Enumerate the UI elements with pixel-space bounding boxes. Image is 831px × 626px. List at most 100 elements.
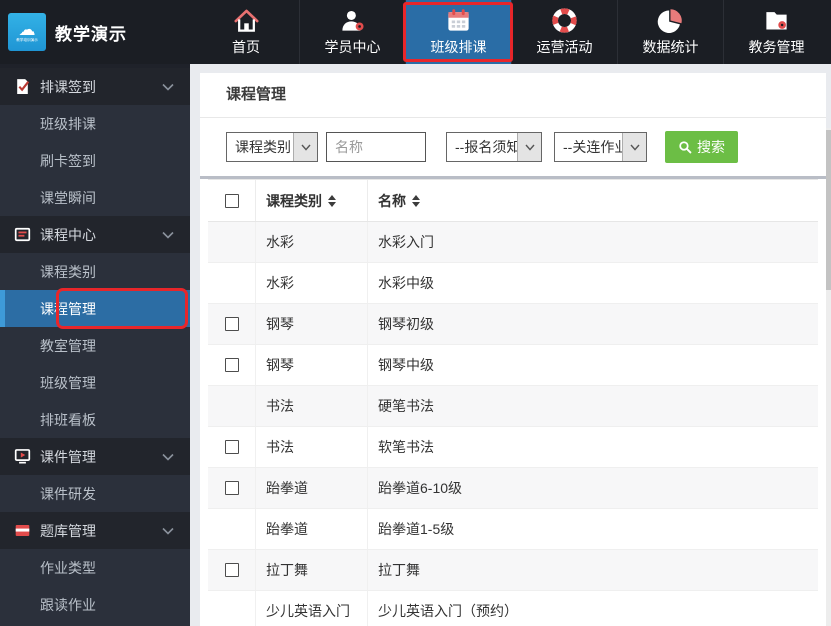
sort-icon[interactable] [412, 194, 420, 207]
app-logo: ☁ 教学培训演示 [8, 13, 46, 51]
sidebar-item-课程类别[interactable]: 课程类别 [0, 253, 190, 290]
cell-category: 少儿英语入门 [256, 591, 368, 626]
sidebar-group-question-bank[interactable]: 题库管理 [0, 512, 190, 549]
cell-category: 水彩 [256, 263, 368, 303]
scrollbar-thumb[interactable] [826, 130, 831, 290]
homework-select[interactable]: --关连作业类 [554, 132, 647, 162]
sidebar-item-作业类型[interactable]: 作业类型 [0, 549, 190, 586]
search-icon [678, 140, 692, 154]
topnav-item-label: 运营活动 [536, 39, 593, 55]
sidebar-item-label: 班级管理 [40, 374, 96, 391]
notice-select-value: --报名须知-- [455, 139, 517, 155]
row-checkbox[interactable] [224, 481, 239, 495]
notice-select[interactable]: --报名须知-- [446, 132, 542, 162]
row-checkbox[interactable] [224, 563, 239, 577]
topnav-item-statistics[interactable]: 数据统计 [617, 0, 723, 64]
column-header-label: 名称 [378, 192, 406, 209]
column-header-label: 课程类别 [266, 192, 322, 209]
cell-name: 拉丁舞 [378, 562, 420, 578]
table-row[interactable]: 少儿英语入门 少儿英语入门（预约） [208, 591, 818, 626]
chevron-down-icon [517, 133, 541, 161]
cell-name: 跆拳道6-10级 [378, 480, 463, 496]
search-button[interactable]: 搜索 [665, 131, 738, 163]
topnav-item-label: 数据统计 [642, 39, 699, 55]
topnav-item-academic[interactable]: 教务管理 [723, 0, 829, 64]
sidebar-group-label: 课件管理 [40, 448, 96, 465]
archive-icon [14, 522, 31, 539]
sidebar: 排课签到 班级排课刷卡签到课堂瞬间 课程中心 课程类别课程管理教室管理班级管理排… [0, 64, 190, 626]
sidebar-item-班级排课[interactable]: 班级排课 [0, 105, 190, 142]
sidebar-item-课程管理[interactable]: 课程管理 [0, 290, 190, 327]
content-area: 课程管理 课程类别 --报名须知-- --关连作业类 搜索 [190, 64, 831, 626]
sidebar-group-schedule-checkin[interactable]: 排课签到 [0, 68, 190, 105]
table-row[interactable]: 钢琴 钢琴初级 [208, 304, 818, 345]
sidebar-group-label: 课程中心 [40, 226, 96, 243]
row-checkbox[interactable] [224, 440, 239, 454]
row-checkbox[interactable] [224, 358, 239, 372]
table-row[interactable]: 水彩 水彩入门 [208, 222, 818, 263]
table-row[interactable]: 书法 软笔书法 [208, 427, 818, 468]
sidebar-item-刷卡签到[interactable]: 刷卡签到 [0, 142, 190, 179]
chevron-down-icon [162, 453, 174, 461]
doc-check-icon [14, 78, 31, 95]
sidebar-item-label: 跟读作业 [40, 596, 96, 613]
topnav-item-operations[interactable]: 运营活动 [511, 0, 617, 64]
cloud-logo-icon: ☁ [18, 19, 36, 39]
user-gear-icon [339, 7, 366, 34]
topnav-item-label: 首页 [232, 39, 260, 55]
column-header-name[interactable]: 名称 [368, 180, 818, 221]
table-row[interactable]: 书法 硬笔书法 [208, 386, 818, 427]
sidebar-item-label: 教室管理 [40, 337, 96, 354]
sidebar-item-label: 课件研发 [40, 485, 96, 502]
select-all-checkbox[interactable] [224, 193, 239, 208]
sidebar-item-班级管理[interactable]: 班级管理 [0, 364, 190, 401]
topnav-item-home[interactable]: 首页 [193, 0, 299, 64]
sidebar-item-排班看板[interactable]: 排班看板 [0, 401, 190, 438]
sidebar-item-label: 作业类型 [40, 559, 96, 576]
table-row[interactable]: 拉丁舞 拉丁舞 [208, 550, 818, 591]
sidebar-group-label: 题库管理 [40, 522, 96, 539]
chevron-down-icon [293, 133, 317, 161]
name-input[interactable] [326, 132, 426, 162]
topnav-item-scheduling[interactable]: 班级排课 [405, 0, 511, 64]
chevron-down-icon [162, 527, 174, 535]
course-table: 课程类别 名称 水彩 水彩入门 水彩 水彩中级 钢琴 钢琴初级 钢琴 钢琴中级 [208, 179, 818, 626]
cell-category: 拉丁舞 [256, 550, 368, 590]
table-row[interactable]: 水彩 水彩中级 [208, 263, 818, 304]
cell-name: 跆拳道1-5级 [378, 521, 455, 537]
sidebar-item-label: 班级排课 [40, 115, 96, 132]
cell-name: 水彩中级 [378, 275, 434, 291]
sidebar-item-教室管理[interactable]: 教室管理 [0, 327, 190, 364]
sidebar-item-课件研发[interactable]: 课件研发 [0, 475, 190, 512]
cell-name: 水彩入门 [378, 234, 434, 250]
column-header-category[interactable]: 课程类别 [256, 180, 368, 221]
sidebar-group-course-center[interactable]: 课程中心 [0, 216, 190, 253]
sidebar-item-跟读作业[interactable]: 跟读作业 [0, 586, 190, 623]
cell-category: 水彩 [256, 222, 368, 262]
row-checkbox[interactable] [224, 317, 239, 331]
table-row[interactable]: 跆拳道 跆拳道1-5级 [208, 509, 818, 550]
table-row[interactable]: 钢琴 钢琴中级 [208, 345, 818, 386]
sidebar-group-courseware[interactable]: 课件管理 [0, 438, 190, 475]
lifebuoy-icon [551, 7, 578, 34]
topnav-item-students[interactable]: 学员中心 [299, 0, 405, 64]
table-header: 课程类别 名称 [208, 180, 818, 222]
category-select-value: 课程类别 [235, 139, 291, 155]
sidebar-item-课堂瞬间[interactable]: 课堂瞬间 [0, 179, 190, 216]
vertical-scrollbar[interactable] [826, 128, 831, 626]
cell-category: 钢琴 [256, 304, 368, 344]
app-window: ☁ 教学培训演示 教学演示 首页 学员中心 班级排课 运营活动 数据统计 教务管… [0, 0, 831, 626]
sidebar-item-label: 课程管理 [40, 300, 96, 317]
cell-name: 钢琴初级 [378, 316, 434, 332]
brand: ☁ 教学培训演示 教学演示 [0, 0, 190, 64]
table-row[interactable]: 跆拳道 跆拳道6-10级 [208, 468, 818, 509]
sidebar-item-label: 课堂瞬间 [40, 189, 96, 206]
cell-category: 书法 [256, 386, 368, 426]
sidebar-item-label: 课程类别 [40, 263, 96, 280]
cell-name: 少儿英语入门（预约） [378, 603, 518, 619]
sort-icon[interactable] [328, 194, 336, 207]
search-button-label: 搜索 [697, 139, 725, 155]
pie-chart-icon [657, 7, 684, 34]
cell-category: 跆拳道 [256, 468, 368, 508]
category-select[interactable]: 课程类别 [226, 132, 318, 162]
